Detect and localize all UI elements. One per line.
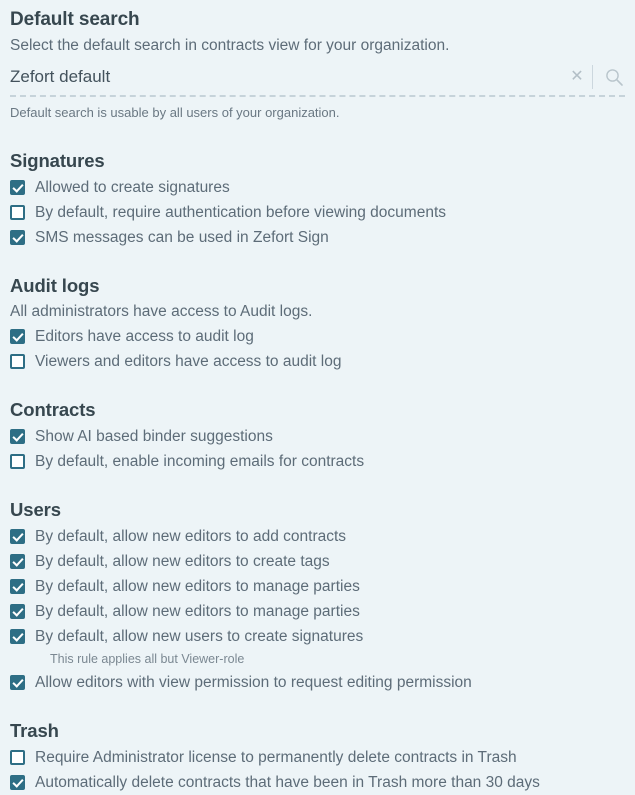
default-search-block: Default search Select the default search… xyxy=(0,0,635,122)
checkbox-label: Allow editors with view permission to re… xyxy=(35,673,472,691)
section-heading: Audit logs xyxy=(10,275,100,296)
default-search-helper: Default search is usable by all users of… xyxy=(10,105,340,120)
section-note: All administrators have access to Audit … xyxy=(10,303,313,320)
page-title: Default search xyxy=(10,9,140,30)
checkbox-checked-icon[interactable] xyxy=(10,675,25,690)
checkbox-unchecked-icon[interactable] xyxy=(10,205,25,220)
section-audit-logs: Audit logs All administrators have access… xyxy=(0,274,635,374)
close-x-icon[interactable]: ✕ xyxy=(564,66,590,88)
search-icon[interactable] xyxy=(603,66,625,88)
checkbox-checked-icon[interactable] xyxy=(10,775,25,790)
checkbox-row[interactable]: Automatically delete contracts that have… xyxy=(10,770,625,795)
checkbox-row[interactable]: Show AI based binder suggestions xyxy=(10,424,625,449)
checkbox-label: Viewers and editors have access to audit… xyxy=(35,352,342,370)
section-trash: Trash Require Administrator license to pe… xyxy=(0,719,635,795)
checkbox-label: Editors have access to audit log xyxy=(35,327,254,345)
checkbox-label: By default, require authentication befor… xyxy=(35,203,446,221)
default-search-field[interactable]: Zefort default ✕ xyxy=(10,65,625,97)
checkbox-label: SMS messages can be used in Zefort Sign xyxy=(35,228,329,246)
checkbox-row[interactable]: By default, allow new users to create si… xyxy=(10,624,625,649)
checkbox-unchecked-icon[interactable] xyxy=(10,454,25,469)
settings-sections: Signatures Allowed to create signatures By… xyxy=(0,122,635,795)
checkbox-row[interactable]: SMS messages can be used in Zefort Sign xyxy=(10,225,625,250)
checkbox-checked-icon[interactable] xyxy=(10,604,25,619)
checkbox-label: By default, allow new users to create si… xyxy=(35,627,364,645)
default-search-input[interactable]: Zefort default xyxy=(10,66,564,88)
checkbox-label: By default, allow new editors to create … xyxy=(35,552,330,570)
checkbox-label: By default, allow new editors to manage … xyxy=(35,577,360,595)
checkbox-row[interactable]: By default, allow new editors to manage … xyxy=(10,574,625,599)
checkbox-label: By default, allow new editors to manage … xyxy=(35,602,360,620)
checkbox-checked-icon[interactable] xyxy=(10,579,25,594)
checkbox-row[interactable]: By default, allow new editors to add con… xyxy=(10,524,625,549)
section-users: Users By default, allow new editors to ad… xyxy=(0,498,635,695)
section-heading: Trash xyxy=(10,720,59,741)
checkbox-row[interactable]: Allowed to create signatures xyxy=(10,175,625,200)
section-heading: Contracts xyxy=(10,399,96,420)
section-heading: Users xyxy=(10,499,61,520)
checkbox-row[interactable]: By default, enable incoming emails for c… xyxy=(10,449,625,474)
checkbox-checked-icon[interactable] xyxy=(10,554,25,569)
checkbox-sub-note: This rule applies all but Viewer-role xyxy=(50,652,245,666)
checkbox-row[interactable]: Editors have access to audit log xyxy=(10,324,625,349)
checkbox-checked-icon[interactable] xyxy=(10,180,25,195)
checkbox-label: Allowed to create signatures xyxy=(35,178,230,196)
field-divider xyxy=(592,65,593,89)
checkbox-unchecked-icon[interactable] xyxy=(10,750,25,765)
checkbox-row[interactable]: Require Administrator license to permane… xyxy=(10,745,625,770)
checkbox-label: By default, allow new editors to add con… xyxy=(35,527,347,545)
section-contracts: Contracts Show AI based binder suggestion… xyxy=(0,398,635,474)
checkbox-row[interactable]: By default, allow new editors to create … xyxy=(10,549,625,574)
checkbox-label: Automatically delete contracts that have… xyxy=(35,773,540,791)
checkbox-label: Require Administrator license to permane… xyxy=(35,748,517,766)
checkbox-row[interactable]: Allow editors with view permission to re… xyxy=(10,670,625,695)
checkbox-checked-icon[interactable] xyxy=(10,230,25,245)
checkbox-row[interactable]: Viewers and editors have access to audit… xyxy=(10,349,625,374)
checkbox-unchecked-icon[interactable] xyxy=(10,354,25,369)
checkbox-row[interactable]: By default, require authentication befor… xyxy=(10,200,625,225)
section-signatures: Signatures Allowed to create signatures By… xyxy=(0,149,635,250)
settings-page: Default search Select the default search… xyxy=(0,0,635,792)
page-subtitle: Select the default search in contracts v… xyxy=(10,37,450,54)
checkbox-checked-icon[interactable] xyxy=(10,629,25,644)
checkbox-checked-icon[interactable] xyxy=(10,529,25,544)
checkbox-label: By default, enable incoming emails for c… xyxy=(35,452,365,470)
checkbox-checked-icon[interactable] xyxy=(10,429,25,444)
section-heading: Signatures xyxy=(10,150,105,171)
checkbox-label: Show AI based binder suggestions xyxy=(35,427,273,445)
checkbox-checked-icon[interactable] xyxy=(10,329,25,344)
checkbox-row[interactable]: By default, allow new editors to manage … xyxy=(10,599,625,624)
